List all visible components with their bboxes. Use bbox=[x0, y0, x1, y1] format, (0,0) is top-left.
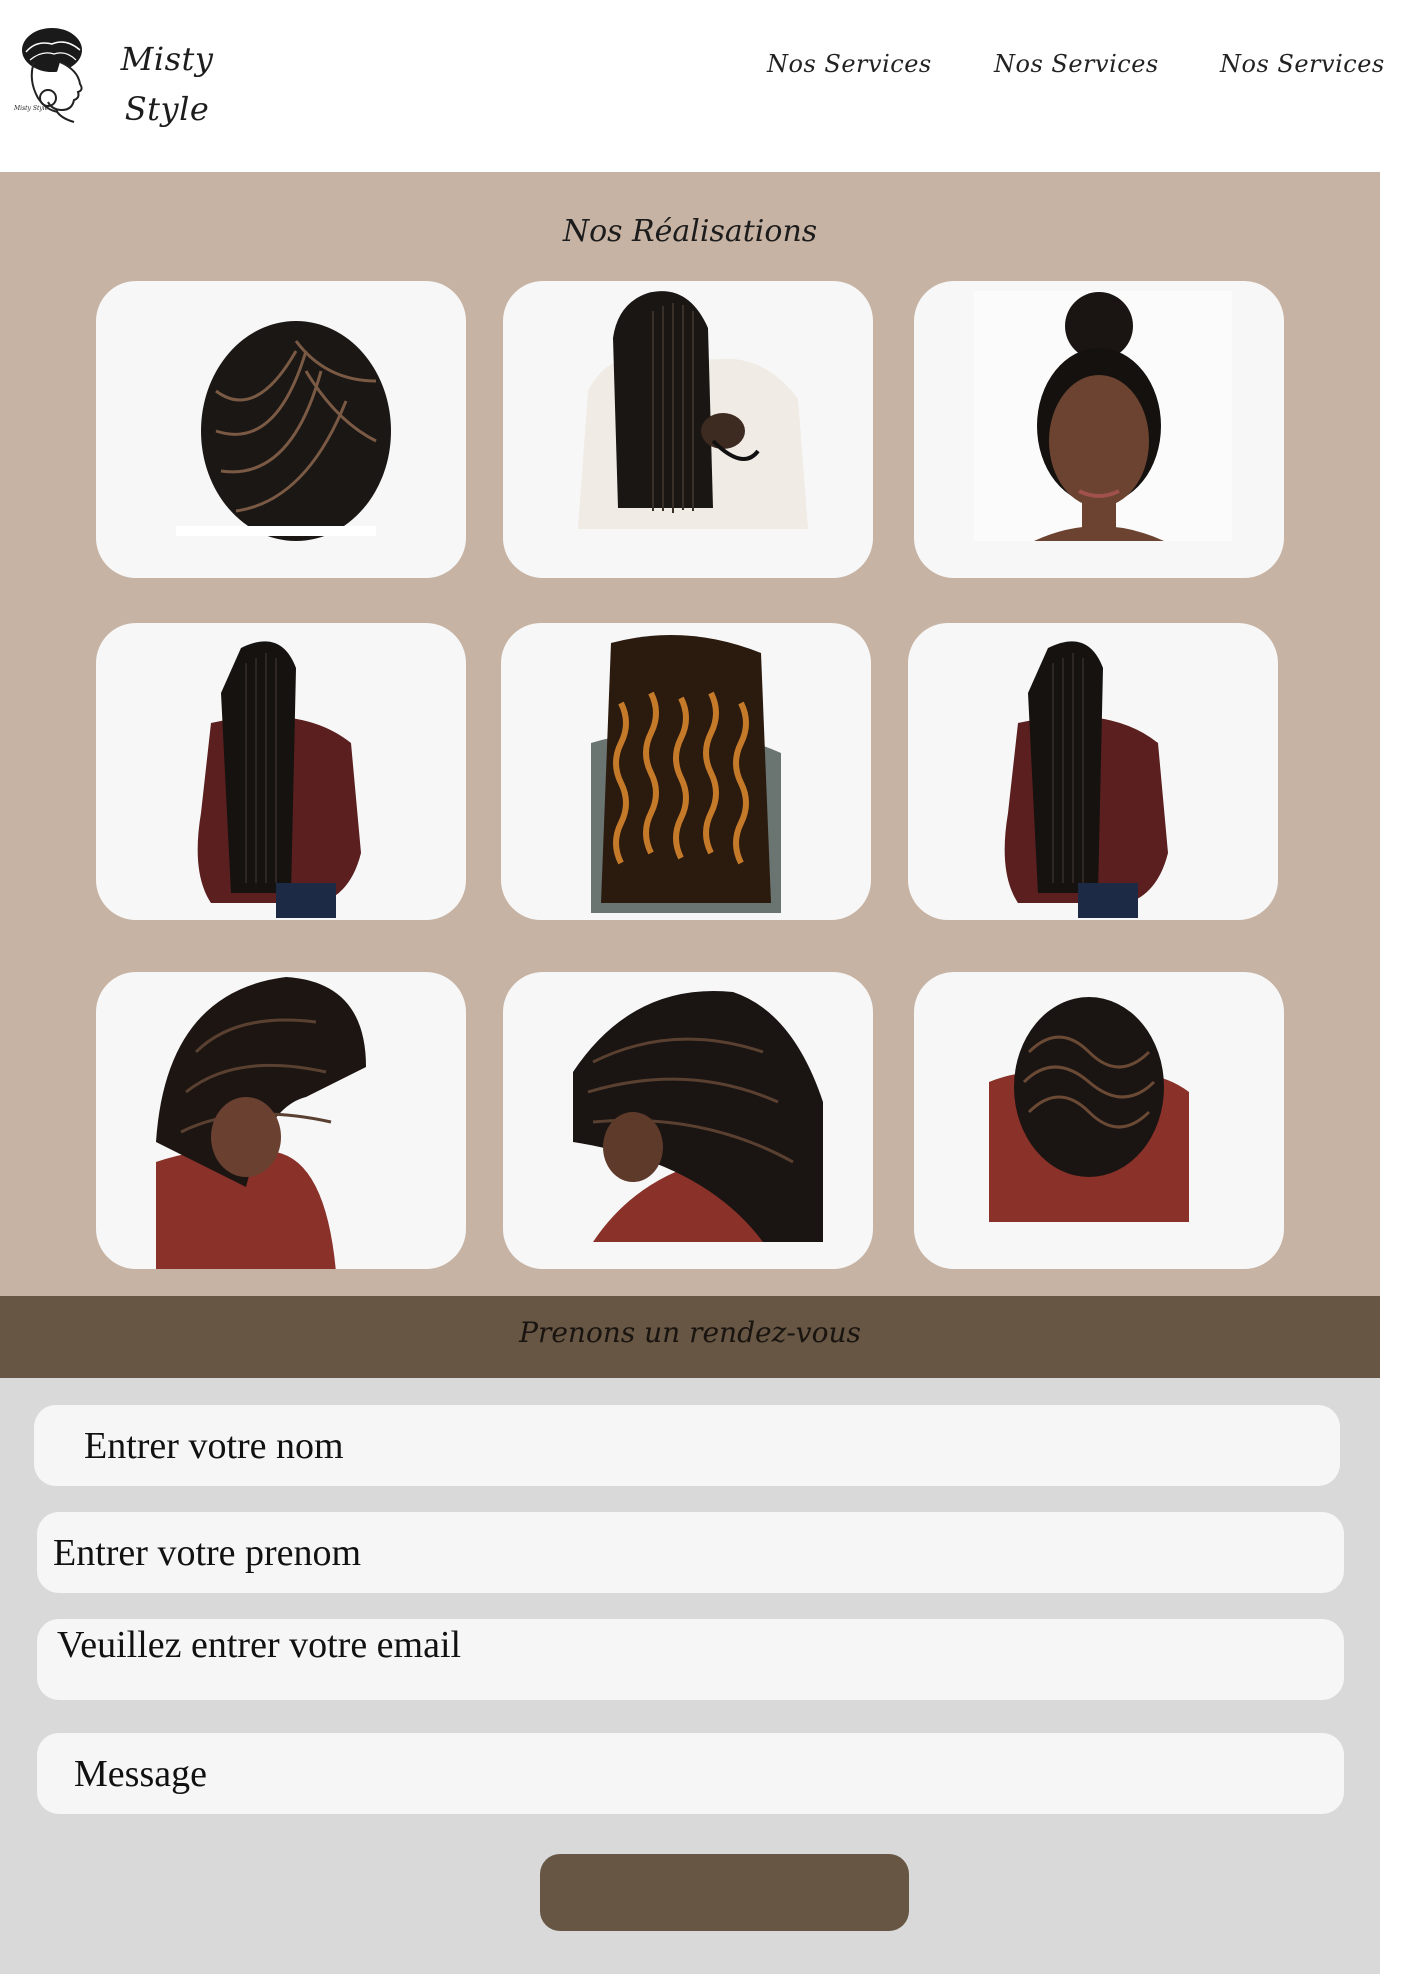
nav-services-2[interactable]: Nos Services bbox=[994, 50, 1159, 78]
gallery-card-curly-boho-braids-back[interactable] bbox=[501, 623, 871, 920]
prenom-input[interactable] bbox=[37, 1512, 1344, 1593]
site-header: Misty Style Misty Style Nos Services Nos… bbox=[0, 0, 1408, 172]
gallery-card-high-bun-portrait[interactable] bbox=[914, 281, 1284, 578]
braided-hair-photo bbox=[989, 997, 1189, 1222]
braided-hair-photo bbox=[578, 291, 808, 529]
gallery-card-long-braids-curly-ends-side[interactable] bbox=[908, 623, 1278, 920]
portrait-photo bbox=[974, 291, 1232, 541]
nav-services-3[interactable]: Nos Services bbox=[1220, 50, 1385, 78]
braided-hair-photo bbox=[1004, 641, 1168, 918]
brand-logo[interactable]: Misty Style Misty Style bbox=[12, 22, 242, 132]
appointment-banner: Prenons un rendez-vous bbox=[0, 1296, 1380, 1378]
gallery-title: Nos Réalisations bbox=[562, 214, 818, 249]
submit-button[interactable] bbox=[540, 1854, 909, 1931]
brand-name-line1: Misty bbox=[120, 40, 214, 78]
logo-caption: Misty Style bbox=[13, 105, 49, 112]
brand-name: Misty Style bbox=[112, 34, 222, 134]
gallery-card-stitch-braids-top-view[interactable] bbox=[914, 972, 1284, 1269]
gallery-section: Nos Réalisations bbox=[0, 172, 1380, 1296]
braided-hair-photo bbox=[591, 635, 781, 913]
braided-hair-photo bbox=[197, 641, 361, 918]
brand-name-line2: Style bbox=[124, 90, 210, 128]
braided-hair-photo bbox=[176, 321, 391, 541]
message-input[interactable] bbox=[37, 1733, 1344, 1814]
appointment-title: Prenons un rendez-vous bbox=[519, 1316, 861, 1349]
gallery-card-stitch-braids-side[interactable] bbox=[96, 972, 466, 1269]
gallery-card-cornrows-back-view[interactable] bbox=[96, 281, 466, 578]
braided-hair-photo bbox=[156, 977, 366, 1269]
woman-profile-logo-icon: Misty Style bbox=[13, 28, 83, 123]
email-input[interactable] bbox=[37, 1619, 1344, 1700]
gallery-card-braids-bent-head[interactable] bbox=[503, 972, 873, 1269]
braided-hair-photo bbox=[573, 991, 823, 1242]
gallery-card-long-braids-front-view[interactable] bbox=[503, 281, 873, 578]
gallery-card-long-braids-curly-ends-back[interactable] bbox=[96, 623, 466, 920]
nom-input[interactable] bbox=[34, 1405, 1340, 1486]
nav-services-1[interactable]: Nos Services bbox=[767, 50, 932, 78]
